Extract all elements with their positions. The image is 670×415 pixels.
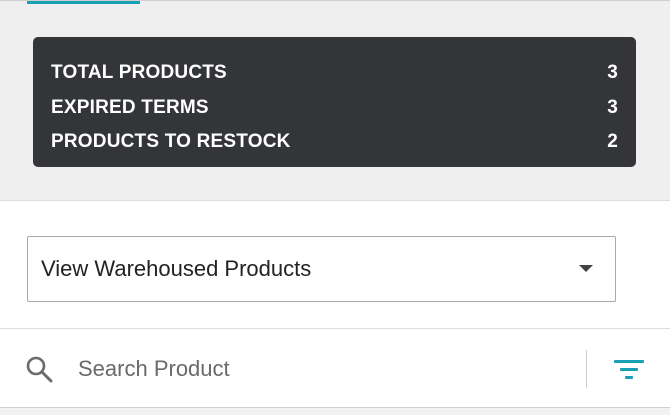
search-icon[interactable] — [24, 354, 54, 384]
view-select-dropdown[interactable]: View Warehoused Products — [27, 236, 616, 302]
search-divider — [586, 350, 587, 388]
summary-value: 3 — [607, 62, 618, 84]
summary-value: 3 — [607, 96, 618, 118]
view-select-value: View Warehoused Products — [41, 256, 312, 281]
filter-icon[interactable] — [612, 357, 646, 383]
bottom-strip — [0, 408, 670, 415]
summary-label: PRODUCTS TO RESTOCK — [51, 131, 291, 153]
summary-value: 2 — [607, 131, 618, 153]
summary-row-total-products: TOTAL PRODUCTS 3 — [51, 56, 618, 91]
view-select-section: View Warehoused Products — [0, 201, 670, 329]
summary-section: TOTAL PRODUCTS 3 EXPIRED TERMS 3 PRODUCT… — [0, 0, 670, 201]
search-bar — [0, 330, 670, 408]
summary-row-expired-terms: EXPIRED TERMS 3 — [51, 91, 618, 126]
active-tab-indicator — [27, 1, 140, 4]
page: TOTAL PRODUCTS 3 EXPIRED TERMS 3 PRODUCT… — [0, 0, 670, 415]
summary-card: TOTAL PRODUCTS 3 EXPIRED TERMS 3 PRODUCT… — [33, 37, 636, 167]
search-input[interactable] — [68, 348, 568, 390]
summary-row-products-to-restock: PRODUCTS TO RESTOCK 2 — [51, 125, 618, 160]
summary-label: EXPIRED TERMS — [51, 96, 209, 118]
summary-label: TOTAL PRODUCTS — [51, 62, 227, 84]
chevron-down-icon — [579, 265, 593, 272]
